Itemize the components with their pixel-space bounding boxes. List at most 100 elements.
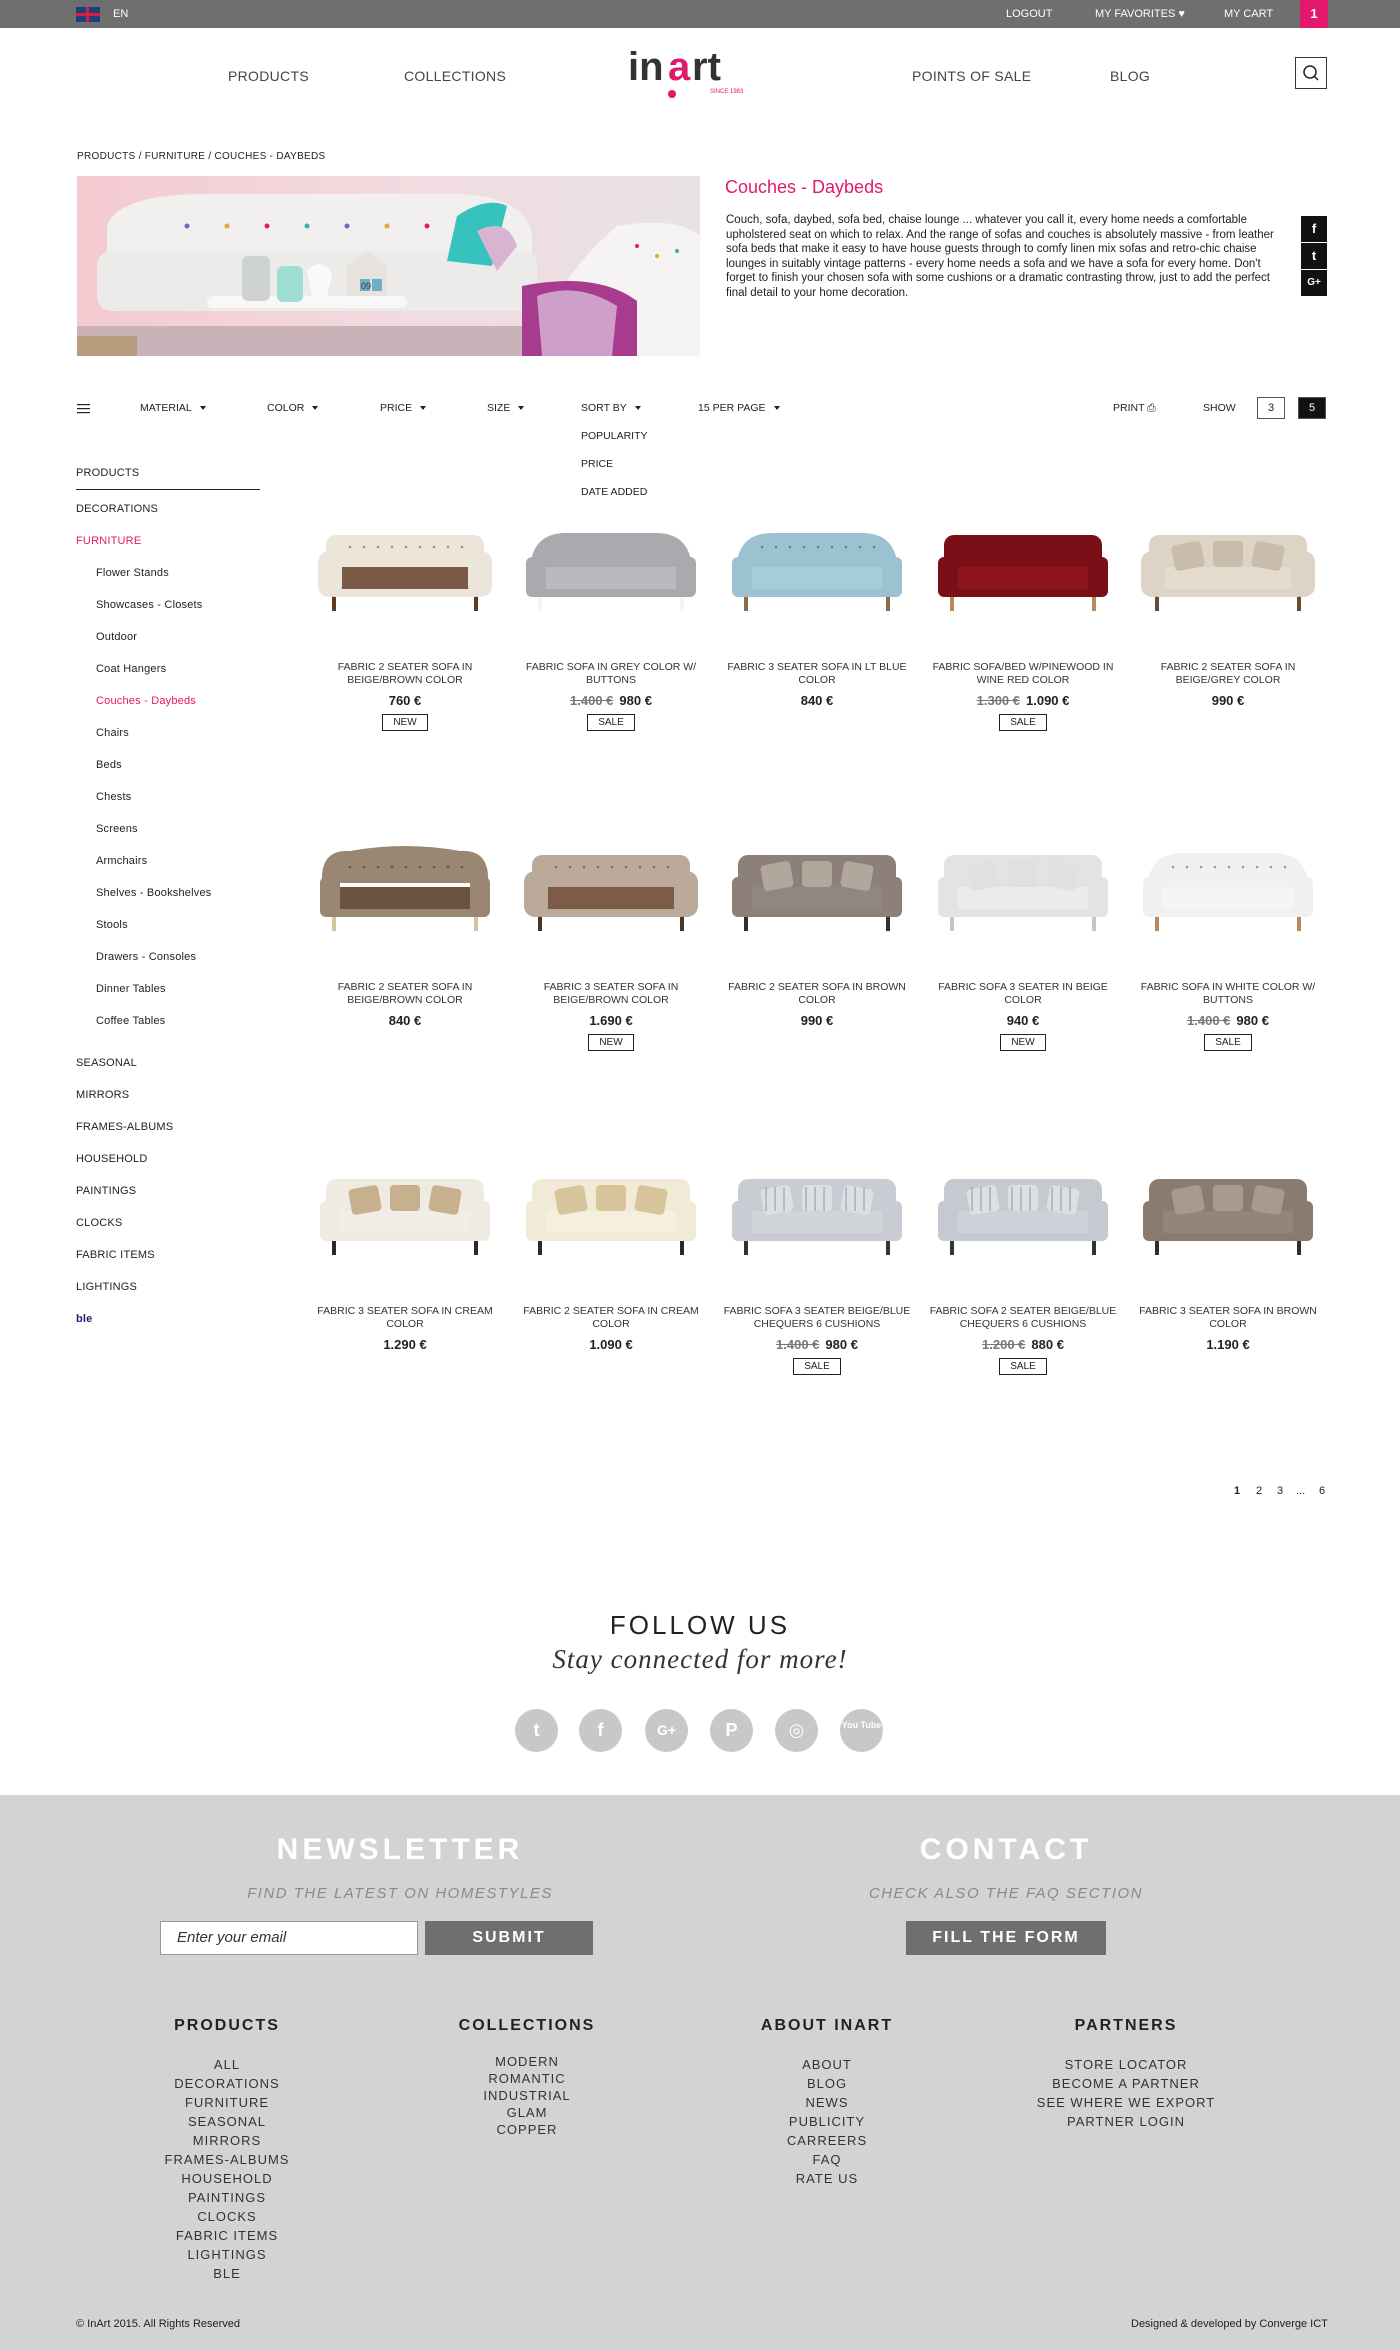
product-image[interactable] [722,1147,912,1277]
product-name[interactable]: FABRIC 2 SEATER SOFA IN BEIGE/BROWN COLO… [310,661,500,687]
sidebar-subitem[interactable]: Armchairs [96,855,147,867]
product-name[interactable]: FABRIC SOFA IN WHITE COLOR W/ BUTTONS [1133,981,1323,1007]
product-name[interactable]: FABRIC SOFA 3 SEATER IN BEIGE COLOR [928,981,1118,1007]
sidebar-item-decorations[interactable]: DECORATIONS [76,503,158,515]
product-image[interactable] [310,503,500,633]
product-card[interactable]: FABRIC 2 SEATER SOFA IN BROWN COLOR 990 € [722,823,912,1028]
footer-link[interactable]: FABRIC ITEMS [117,2228,337,2247]
product-image[interactable] [310,823,500,953]
nav-blog[interactable]: BLOG [1110,68,1150,84]
product-card[interactable]: FABRIC 2 SEATER SOFA IN BEIGE/GREY COLOR… [1133,503,1323,708]
footer-link[interactable]: FAQ [717,2152,937,2171]
breadcrumb[interactable]: PRODUCTS / FURNITURE / COUCHES - DAYBEDS [77,151,326,162]
footer-link[interactable]: CLOCKS [117,2209,337,2228]
product-card[interactable]: FABRIC SOFA 2 SEATER BEIGE/BLUE CHEQUERS… [928,1147,1118,1375]
sidebar-item[interactable]: CLOCKS [76,1217,122,1229]
product-card[interactable]: FABRIC SOFA IN GREY COLOR W/ BUTTONS 1.40… [516,503,706,731]
filter-sort-by[interactable]: SORT BY [581,402,641,414]
filter-price[interactable]: PRICE [380,402,427,414]
product-name[interactable]: FABRIC 3 SEATER SOFA IN BROWN COLOR [1133,1305,1323,1331]
product-image[interactable] [722,503,912,633]
cart-link[interactable]: MY CART [1224,8,1273,20]
nav-products[interactable]: PRODUCTS [228,68,309,84]
sidebar-item[interactable]: SEASONAL [76,1057,137,1069]
sidebar-subitem[interactable]: Showcases - Closets [96,599,203,611]
footer-link[interactable]: RATE US [717,2171,937,2190]
page-3[interactable]: 3 [1277,1485,1283,1497]
footer-link[interactable]: CARREERS [717,2133,937,2152]
footer-link[interactable]: FRAMES-ALBUMS [117,2152,337,2171]
product-image[interactable] [928,1147,1118,1277]
cart-count-badge[interactable]: 1 [1300,0,1328,28]
twitter-icon[interactable]: t [515,1709,558,1752]
googleplus-icon[interactable]: G+ [645,1709,688,1752]
sidebar-subitem[interactable]: Stools [96,919,128,931]
sidebar-subitem[interactable]: Outdoor [96,631,137,643]
sidebar-item-products[interactable]: PRODUCTS [76,467,139,479]
show-3-per-row[interactable]: 3 [1257,397,1285,419]
product-card[interactable]: FABRIC SOFA IN WHITE COLOR W/ BUTTONS 1.4… [1133,823,1323,1051]
inart-logo[interactable]: in a rt SINCE 1983 [628,42,764,98]
product-name[interactable]: FABRIC SOFA 3 SEATER BEIGE/BLUE CHEQUERS… [722,1305,912,1331]
footer-link[interactable]: FURNITURE [117,2095,337,2114]
sidebar-item[interactable]: FRAMES-ALBUMS [76,1121,173,1133]
page-6[interactable]: 6 [1319,1485,1325,1497]
credits[interactable]: Designed & developed by Converge ICT [1131,2318,1328,2330]
footer-link[interactable]: BLE [117,2266,337,2285]
page-1[interactable]: 1 [1234,1485,1240,1497]
sidebar-item[interactable]: HOUSEHOLD [76,1153,147,1165]
sidebar-subitem[interactable]: Dinner Tables [96,983,166,995]
pinterest-icon[interactable]: P [710,1709,753,1752]
product-name[interactable]: FABRIC 3 SEATER SOFA IN CREAM COLOR [310,1305,500,1331]
product-card[interactable]: FABRIC 2 SEATER SOFA IN CREAM COLOR 1.090… [516,1147,706,1352]
footer-link[interactable]: ABOUT [717,2057,937,2076]
page-2[interactable]: 2 [1256,1485,1262,1497]
sidebar-item[interactable]: PAINTINGS [76,1185,136,1197]
footer-link[interactable]: NEWS [717,2095,937,2114]
product-card[interactable]: FABRIC 3 SEATER SOFA IN BROWN COLOR 1.190… [1133,1147,1323,1352]
product-image[interactable] [928,503,1118,633]
sidebar-item[interactable]: FABRIC ITEMS [76,1249,155,1261]
footer-link[interactable]: STORE LOCATOR [1016,2057,1236,2076]
show-5-per-row[interactable]: 5 [1298,397,1326,419]
footer-link[interactable]: PARTNER LOGIN [1016,2114,1236,2133]
nav-points-of-sale[interactable]: POINTS OF SALE [912,68,1031,84]
filter-color[interactable]: COLOR [267,402,319,414]
sort-option-popularity[interactable]: POPULARITY [581,430,648,442]
filter-material[interactable]: MATERIAL [140,402,206,414]
product-card[interactable]: FABRIC 2 SEATER SOFA IN BEIGE/BROWN COLO… [310,823,500,1028]
footer-link[interactable]: HOUSEHOLD [117,2171,337,2190]
product-name[interactable]: FABRIC SOFA IN GREY COLOR W/ BUTTONS [516,661,706,687]
product-card[interactable]: FABRIC 2 SEATER SOFA IN BEIGE/BROWN COLO… [310,503,500,731]
search-button[interactable] [1295,57,1327,89]
footer-link[interactable]: BLOG [717,2076,937,2095]
product-image[interactable] [516,1147,706,1277]
sidebar-subitem[interactable]: Beds [96,759,122,771]
sidebar-subitem[interactable]: Chests [96,791,131,803]
product-name[interactable]: FABRIC 2 SEATER SOFA IN BROWN COLOR [722,981,912,1007]
filter-per-page[interactable]: 15 PER PAGE [698,402,780,414]
product-image[interactable] [1133,823,1323,953]
footer-link[interactable]: SEE WHERE WE EXPORT [1016,2095,1236,2114]
product-image[interactable] [1133,1147,1323,1277]
product-image[interactable] [516,823,706,953]
footer-link[interactable]: MIRRORS [117,2133,337,2152]
footer-link[interactable]: LIGHTINGS [117,2247,337,2266]
product-name[interactable]: FABRIC 2 SEATER SOFA IN BEIGE/BROWN COLO… [310,981,500,1007]
newsletter-email-input[interactable]: Enter your email [160,1921,418,1955]
product-image[interactable] [516,503,706,633]
product-card[interactable]: FABRIC 3 SEATER SOFA IN BEIGE/BROWN COLO… [516,823,706,1051]
product-card[interactable]: FABRIC SOFA/BED W/PINEWOOD IN WINE RED C… [928,503,1118,731]
language-label[interactable]: EN [113,8,128,20]
footer-link[interactable]: BECOME A PARTNER [1016,2076,1236,2095]
filter-menu-icon[interactable] [77,402,91,420]
product-name[interactable]: FABRIC 2 SEATER SOFA IN CREAM COLOR [516,1305,706,1331]
product-image[interactable] [928,823,1118,953]
facebook-share-icon[interactable]: f [1301,216,1327,242]
product-card[interactable]: FABRIC 3 SEATER SOFA IN LT BLUE COLOR 840… [722,503,912,708]
sidebar-subitem[interactable]: Flower Stands [96,567,169,579]
product-image[interactable] [1133,503,1323,633]
twitter-share-icon[interactable]: t [1301,243,1327,269]
product-name[interactable]: FABRIC 2 SEATER SOFA IN BEIGE/GREY COLOR [1133,661,1323,687]
nav-collections[interactable]: COLLECTIONS [404,68,506,84]
